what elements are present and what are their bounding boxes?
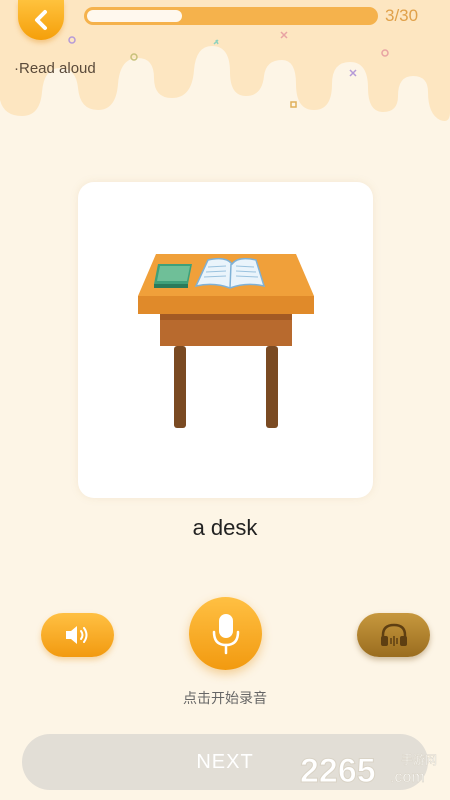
word-card <box>78 182 373 498</box>
svg-text:.com: .com <box>390 769 425 786</box>
watermark: 2265 .com 手游网 <box>298 748 448 792</box>
word-text: a desk <box>192 515 258 540</box>
svg-text:手游网: 手游网 <box>401 753 437 767</box>
headphones-icon <box>380 623 407 646</box>
record-button[interactable] <box>189 597 262 670</box>
section-label: ·Read aloud <box>14 60 96 77</box>
progress-fill <box>87 10 182 22</box>
playback-button[interactable] <box>357 613 430 657</box>
play-audio-button[interactable] <box>41 613 114 657</box>
microphone-icon <box>212 613 239 654</box>
speaker-icon <box>65 626 87 644</box>
desk-illustration <box>138 254 314 428</box>
progress-count: 3/30 <box>385 6 419 25</box>
svg-text:2265: 2265 <box>300 752 376 790</box>
header: 3/30 ·Read aloud <box>0 0 450 130</box>
chevron-left-icon <box>35 10 47 30</box>
watermark-logo: 2265 .com 手游网 <box>300 752 438 791</box>
progress-bar <box>84 7 378 25</box>
record-hint: 点击开始录音 <box>183 690 267 706</box>
next-button-label: NEXT <box>196 750 254 773</box>
